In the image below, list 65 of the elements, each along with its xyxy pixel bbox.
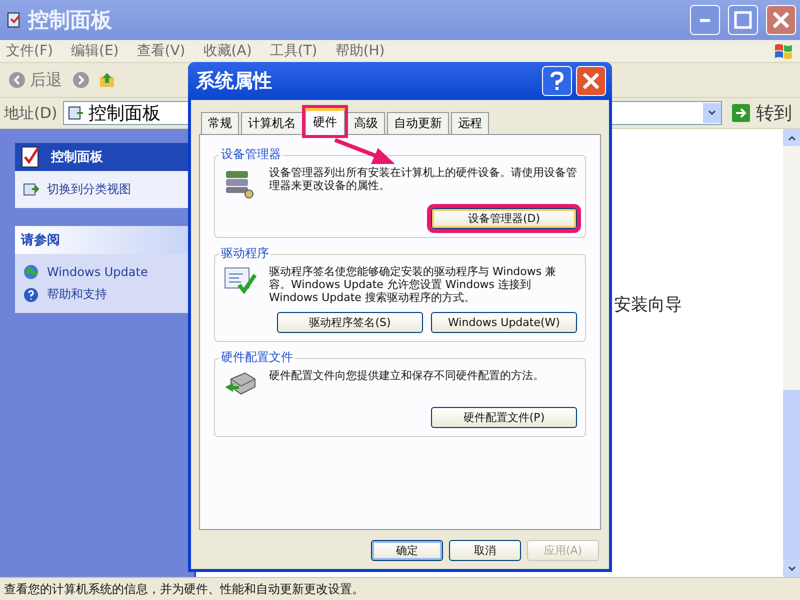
tab[interactable]: 远程	[451, 112, 489, 135]
action-button[interactable]: 驱动程序签名(S)	[277, 312, 423, 333]
folder-icon	[6, 11, 22, 29]
tab[interactable]: 高级	[347, 112, 385, 135]
task-link[interactable]: 帮助和支持	[23, 286, 186, 303]
action-button[interactable]: 硬件配置文件(P)	[431, 407, 577, 428]
maximize-icon	[734, 11, 752, 29]
tab[interactable]: 自动更新	[387, 112, 449, 135]
chevron-down-icon	[788, 566, 796, 572]
panel-title: 请参阅	[21, 232, 60, 249]
status-text: 查看您的计算机系统的信息，并为硬件、性能和自动更新更改设置。	[4, 580, 364, 598]
scroll-down-button[interactable]	[783, 560, 800, 577]
group-description: 硬件配置文件向您提供建立和保存不同硬件配置的方法。	[269, 369, 545, 382]
close-button[interactable]	[576, 66, 606, 96]
back-icon	[8, 71, 26, 89]
control-panel-icon	[68, 105, 84, 121]
close-icon	[582, 72, 600, 90]
tab[interactable]: 计算机名	[241, 112, 303, 135]
annotation-arrow	[333, 138, 395, 165]
tab[interactable]: 硬件	[305, 108, 345, 135]
chevron-down-icon	[708, 110, 716, 116]
globe-icon	[23, 264, 39, 280]
group-description: 设备管理器列出所有安装在计算机上的硬件设备。请使用设备管理器来更改设备的属性。	[269, 166, 577, 192]
help-button[interactable]	[542, 66, 572, 96]
window-title: 控制面板	[28, 7, 113, 34]
action-button[interactable]: Windows Update(W)	[431, 312, 577, 333]
question-mark-icon	[550, 71, 564, 91]
maximize-button[interactable]	[728, 5, 758, 35]
item-label[interactable]: 安装向导	[614, 293, 682, 316]
scrollbar[interactable]	[783, 129, 800, 577]
scroll-thumb[interactable]	[783, 390, 800, 560]
windows-logo-icon	[774, 42, 794, 60]
task-link[interactable]: 切换到分类视图	[23, 181, 186, 198]
go-button[interactable]: 转到	[728, 101, 796, 125]
minimize-icon	[700, 18, 710, 22]
menu-item[interactable]: 收藏(A)	[203, 42, 252, 60]
dialog-title: 系统属性	[196, 69, 273, 94]
panel-title: 控制面板	[51, 149, 103, 166]
arrow-right-icon	[732, 104, 750, 122]
chevron-up-icon	[788, 134, 796, 140]
task-link[interactable]: Windows Update	[23, 264, 186, 280]
dropdown-button[interactable]	[703, 103, 721, 123]
back-button[interactable]: 后退	[6, 70, 64, 90]
address-text: 控制面板	[88, 102, 160, 125]
group-title: 驱动程序	[219, 245, 271, 262]
menu-item[interactable]: 查看(V)	[136, 42, 186, 60]
group-description: 驱动程序签名使您能够确定安装的驱动程序与 Windows 兼容。Windows Update 允许您设置 Windows 连接到 Windows Update 搜索驱动程序的方式。	[269, 265, 558, 304]
close-button[interactable]	[766, 5, 796, 35]
address-label: 地址(D)	[4, 104, 58, 122]
close-icon	[772, 11, 790, 29]
up-folder-icon[interactable]	[98, 71, 116, 89]
tab[interactable]: 常规	[201, 112, 239, 135]
window-icon	[23, 182, 39, 198]
scroll-up-button[interactable]	[783, 129, 800, 146]
dialog-button[interactable]: 取消	[449, 540, 521, 561]
menu-item[interactable]: 工具(T)	[270, 42, 318, 60]
certificate-icon	[223, 265, 257, 295]
menu-item[interactable]: 帮助(H)	[335, 42, 385, 60]
help-icon	[23, 286, 39, 302]
forward-icon[interactable]	[72, 71, 90, 89]
minimize-button[interactable]	[690, 5, 720, 35]
dialog-button[interactable]: 确定	[371, 540, 443, 561]
group-title: 硬件配置文件	[219, 349, 295, 366]
menu-item[interactable]: 编辑(E)	[70, 42, 119, 60]
menu-item[interactable]: 文件(F)	[6, 42, 53, 60]
